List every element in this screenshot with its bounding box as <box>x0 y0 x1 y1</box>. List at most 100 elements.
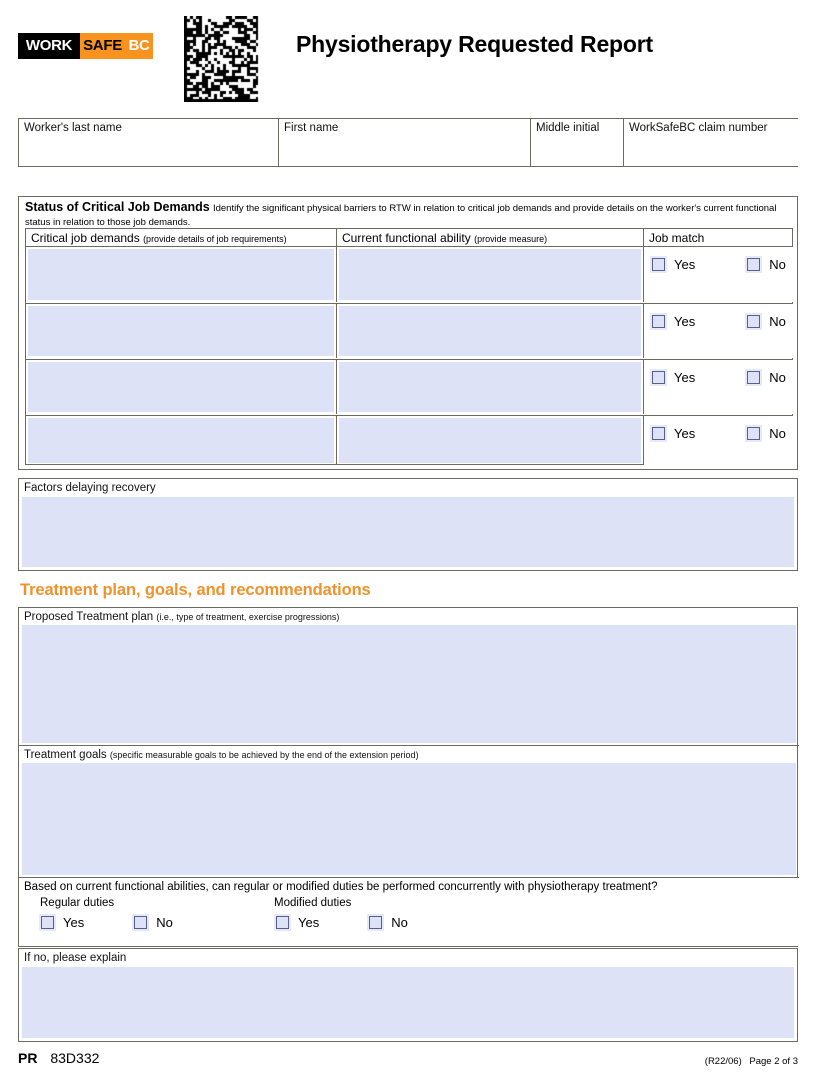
footer-revision-page: (R22/06) Page 2 of 3 <box>705 1056 798 1067</box>
table-row: Yes No <box>26 247 793 302</box>
column-header-current-functional-ability: Current functional ability (provide meas… <box>336 229 643 246</box>
treatment-section-heading: Treatment plan, goals, and recommendatio… <box>20 581 371 599</box>
checkbox-job-match-yes[interactable] <box>652 427 665 440</box>
logo-word-work: WORK <box>18 33 80 59</box>
input-area[interactable] <box>28 362 334 412</box>
field-first-name[interactable]: First name <box>278 119 530 166</box>
checkbox-job-match-yes[interactable] <box>652 371 665 384</box>
field-claim-number[interactable]: WorkSafeBC claim number <box>623 119 799 166</box>
job-match-choices: Yes No <box>652 370 787 385</box>
checkbox-job-match-yes[interactable] <box>652 258 665 271</box>
regular-duties-label: Regular duties <box>40 897 115 909</box>
checkbox-label-no: No <box>769 257 786 272</box>
checkbox-job-match-no[interactable] <box>747 258 761 271</box>
job-match-choices: Yes No <box>652 426 787 441</box>
factors-delaying-recovery-label: Factors delaying recovery <box>24 482 156 494</box>
treatment-goals-block: Treatment goals (specific measurable goa… <box>19 745 799 877</box>
input-area[interactable] <box>28 249 334 300</box>
duties-question-text: Based on current functional abilities, c… <box>24 881 658 893</box>
column-header-label: Critical job demands <box>31 231 140 245</box>
proposed-treatment-plan-label: Proposed Treatment plan (i.e., type of t… <box>19 608 799 624</box>
job-match-choices: Yes No <box>652 314 787 329</box>
footer-form-code: PR 83D332 <box>18 1050 99 1066</box>
worker-identity-table: Worker's last name First name Middle ini… <box>18 118 799 167</box>
input-area[interactable] <box>339 306 641 356</box>
field-label: Middle initial <box>536 122 600 134</box>
checkbox-label-yes: Yes <box>674 370 696 385</box>
regular-duties-choices: Yes No <box>41 915 173 930</box>
if-no-explain-section: If no, please explain <box>18 948 798 1042</box>
modified-duties-label: Modified duties <box>274 897 352 909</box>
label-text: Proposed Treatment plan <box>24 611 154 623</box>
job-match-choices: Yes No <box>652 257 787 272</box>
logo-word-bc: BC <box>125 33 153 59</box>
label-hint: (i.e., type of treatment, exercise progr… <box>156 612 340 622</box>
field-worker-last-name[interactable]: Worker's last name <box>19 119 278 166</box>
field-label: Worker's last name <box>24 122 122 134</box>
field-middle-initial[interactable]: Middle initial <box>530 119 623 166</box>
field-label: First name <box>284 122 339 134</box>
label-text: Treatment goals <box>24 749 107 761</box>
critical-job-demands-table: Critical job demands (provide details of… <box>25 228 793 465</box>
input-area[interactable] <box>28 306 334 356</box>
cell-critical-job-demand[interactable] <box>26 304 336 358</box>
cell-critical-job-demand[interactable] <box>26 360 336 414</box>
checkbox-label-no: No <box>769 314 786 329</box>
checkbox-label-yes: Yes <box>298 915 320 930</box>
if-no-explain-label: If no, please explain <box>24 952 127 964</box>
cell-current-functional-ability[interactable] <box>336 304 643 358</box>
if-no-explain-input[interactable] <box>22 967 794 1038</box>
input-area[interactable] <box>339 362 641 412</box>
treatment-goals-label: Treatment goals (specific measurable goa… <box>19 746 799 762</box>
checkbox-modified-duties-yes[interactable] <box>276 916 289 929</box>
input-area[interactable] <box>339 249 641 300</box>
cell-critical-job-demand[interactable] <box>26 416 336 465</box>
duties-question-block: Based on current functional abilities, c… <box>19 877 799 946</box>
cell-current-functional-ability[interactable] <box>336 247 643 302</box>
column-header-hint: (provide details of job requirements) <box>143 234 287 244</box>
checkbox-job-match-no[interactable] <box>747 371 761 384</box>
factors-delaying-recovery-input[interactable] <box>22 497 794 567</box>
checkbox-job-match-no[interactable] <box>747 427 761 440</box>
cell-job-match: Yes No <box>643 416 793 465</box>
page-header: WORK SAFE BC Physiotherapy Requested Rep… <box>0 0 816 108</box>
cell-current-functional-ability[interactable] <box>336 360 643 414</box>
checkbox-regular-duties-no[interactable] <box>134 916 148 929</box>
cell-critical-job-demand[interactable] <box>26 247 336 302</box>
column-header-hint: (provide measure) <box>474 234 548 244</box>
cell-job-match: Yes No <box>643 304 793 358</box>
checkbox-regular-duties-yes[interactable] <box>41 916 54 929</box>
factors-delaying-recovery-section: Factors delaying recovery <box>18 478 798 571</box>
status-section-intro: Status of Critical Job Demands Identify … <box>19 197 799 228</box>
checkbox-label-no: No <box>156 915 173 930</box>
footer-revision: (R22/06) <box>704 1056 742 1067</box>
cell-job-match: Yes No <box>643 360 793 414</box>
proposed-treatment-plan-input[interactable] <box>22 625 796 743</box>
checkbox-label-yes: Yes <box>674 257 696 272</box>
column-header-label: Current functional ability <box>342 231 471 245</box>
footer-page-number: Page 2 of 3 <box>749 1056 798 1067</box>
table-row: Yes No <box>26 359 793 414</box>
proposed-treatment-plan-block: Proposed Treatment plan (i.e., type of t… <box>19 608 799 745</box>
datamatrix-barcode-icon <box>184 16 261 102</box>
column-header-critical-job-demands: Critical job demands (provide details of… <box>26 229 336 246</box>
checkbox-job-match-no[interactable] <box>747 315 761 328</box>
cell-current-functional-ability[interactable] <box>336 416 643 465</box>
checkbox-job-match-yes[interactable] <box>652 315 665 328</box>
cell-job-match: Yes No <box>643 247 793 302</box>
checkbox-label-yes: Yes <box>674 426 696 441</box>
status-of-critical-job-demands-section: Status of Critical Job Demands Identify … <box>18 196 798 470</box>
checkbox-label-no: No <box>391 915 408 930</box>
input-area[interactable] <box>339 418 641 463</box>
status-section-heading: Status of Critical Job Demands <box>25 200 210 214</box>
checkbox-modified-duties-no[interactable] <box>369 916 383 929</box>
footer-form-prefix: PR <box>18 1050 38 1066</box>
label-hint: (specific measurable goals to be achieve… <box>109 750 419 760</box>
footer-form-number: 83D332 <box>50 1050 100 1066</box>
table-row: Yes No <box>26 415 793 465</box>
treatment-plan-goals-section: Proposed Treatment plan (i.e., type of t… <box>18 607 799 947</box>
field-label: WorkSafeBC claim number <box>629 122 768 134</box>
input-area[interactable] <box>28 418 334 463</box>
column-header-label: Job match <box>649 231 705 245</box>
treatment-goals-input[interactable] <box>22 763 796 875</box>
